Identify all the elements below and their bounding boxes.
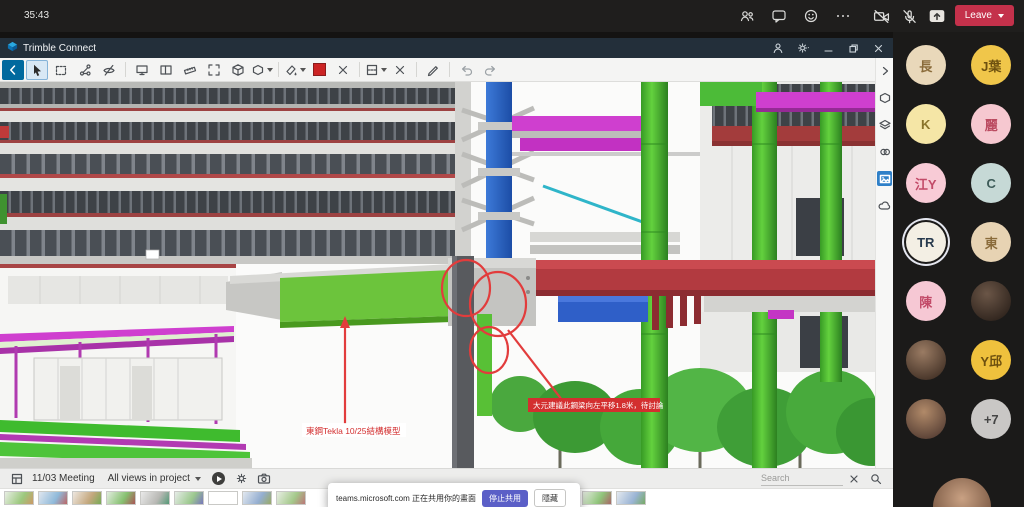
- participant-avatar-photo[interactable]: [971, 281, 1011, 321]
- account-icon[interactable]: [770, 41, 786, 55]
- 3d-viewport[interactable]: 大元建議此鋼梁向左平移1.8米，待討論 東鋼Tekla 10/25結構模型: [0, 82, 875, 468]
- annotation-suggestion-label: 大元建議此鋼梁向左平移1.8米，待討論: [528, 398, 664, 412]
- views-filter-value: All views in project: [108, 473, 190, 484]
- clash-panel-icon[interactable]: [877, 144, 892, 159]
- participant-avatar[interactable]: J葉: [971, 45, 1011, 85]
- search-input[interactable]: [761, 472, 843, 486]
- annotation-model-label: 東鋼Tekla 10/25結構模型: [302, 423, 406, 437]
- self-video-avatar[interactable]: [933, 478, 991, 507]
- clear-search-icon[interactable]: [846, 471, 862, 487]
- restore-window-icon[interactable]: [845, 41, 861, 55]
- camera-off-icon[interactable]: [872, 7, 890, 25]
- participants-icon[interactable]: [738, 7, 756, 25]
- sync-cloud-icon[interactable]: [877, 198, 892, 213]
- hide-banner-button[interactable]: 隱藏: [534, 489, 566, 507]
- mic-off-icon[interactable]: [900, 7, 918, 25]
- viewport-container: 大元建議此鋼梁向左平移1.8米，待討論 東鋼Tekla 10/25結構模型: [0, 82, 875, 468]
- trimble-titlebar: Trimble Connect: [0, 38, 893, 58]
- view-thumbnail[interactable]: [276, 491, 306, 505]
- view-thumbnail[interactable]: [174, 491, 204, 505]
- participant-avatar[interactable]: C: [971, 163, 1011, 203]
- clear-color-button[interactable]: [332, 60, 354, 80]
- participants-panel: 長 J葉 K 麗 江Y C TR 東 陳 Y邱 +7: [893, 32, 1024, 507]
- participant-avatar[interactable]: 麗: [971, 104, 1011, 144]
- leave-button-label: Leave: [965, 10, 992, 21]
- window-title: Trimble Connect: [23, 43, 96, 54]
- play-views-button[interactable]: [212, 472, 225, 485]
- clear-section-button[interactable]: [389, 60, 411, 80]
- view-thumbnail[interactable]: [72, 491, 102, 505]
- view-thumbnail[interactable]: [208, 491, 238, 505]
- select-tool[interactable]: [26, 60, 48, 80]
- close-window-icon[interactable]: [870, 41, 886, 55]
- section-plane-tool[interactable]: [365, 60, 387, 80]
- trimble-logo: [7, 39, 18, 57]
- view-thumbnail[interactable]: [106, 491, 136, 505]
- participant-avatar[interactable]: 陳: [906, 281, 946, 321]
- view-cube-tool[interactable]: [227, 60, 249, 80]
- teams-meeting-bar: 35:43 Leave: [0, 0, 1024, 32]
- zoom-fit-tool[interactable]: [203, 60, 225, 80]
- participant-avatar[interactable]: 江Y: [906, 163, 946, 203]
- leave-options-chevron-icon[interactable]: [998, 14, 1004, 18]
- undo-button[interactable]: [455, 60, 477, 80]
- view-thumbnail[interactable]: [242, 491, 272, 505]
- view-thumbnail[interactable]: [4, 491, 34, 505]
- participant-avatar[interactable]: Y邱: [971, 340, 1011, 380]
- participant-avatar[interactable]: K: [906, 104, 946, 144]
- view-settings-gear-icon[interactable]: [234, 471, 250, 487]
- active-color-swatch[interactable]: [308, 60, 330, 80]
- projection-tool[interactable]: [251, 60, 273, 80]
- stop-sharing-button[interactable]: 停止共用: [482, 490, 528, 507]
- viewer-toolbar: [0, 58, 893, 82]
- redo-button[interactable]: [479, 60, 501, 80]
- reactions-icon[interactable]: [802, 7, 820, 25]
- snapshot-panel-icon[interactable]: [877, 171, 892, 186]
- meeting-view-label[interactable]: 11/03 Meeting: [32, 473, 95, 484]
- participant-overflow-badge[interactable]: +7: [971, 399, 1011, 439]
- canopy-and-plaza: [0, 264, 252, 468]
- screen-share-active-icon[interactable]: [928, 7, 946, 25]
- split-panel-tool[interactable]: [155, 60, 177, 80]
- svg-text:東鋼Tekla 10/25結構模型: 東鋼Tekla 10/25結構模型: [306, 426, 401, 436]
- side-panel-bar: [875, 58, 893, 488]
- participant-avatar-photo[interactable]: [906, 399, 946, 439]
- marquee-select-tool[interactable]: [50, 60, 72, 80]
- building-facade-left: [0, 82, 455, 264]
- search-icon[interactable]: [868, 471, 884, 487]
- present-screen-tool[interactable]: [131, 60, 153, 80]
- svg-text:大元建議此鋼梁向左平移1.8米，待討論: 大元建議此鋼梁向左平移1.8米，待討論: [533, 400, 664, 410]
- views-panel-icon[interactable]: [9, 471, 25, 487]
- expand-panel-chevron-icon[interactable]: [877, 63, 892, 78]
- participant-avatar[interactable]: 長: [906, 45, 946, 85]
- hide-object-tool[interactable]: [98, 60, 120, 80]
- view-thumbnail[interactable]: [140, 491, 170, 505]
- snapshot-camera-icon[interactable]: [256, 471, 272, 487]
- trimble-connect-window: Trimble Connect: [0, 38, 893, 507]
- participant-avatar-photo[interactable]: [906, 340, 946, 380]
- participant-avatar-active[interactable]: TR: [906, 222, 946, 262]
- paint-color-tool[interactable]: [284, 60, 306, 80]
- participant-avatar[interactable]: 東: [971, 222, 1011, 262]
- building-right: [700, 82, 875, 372]
- chat-icon[interactable]: [770, 7, 788, 25]
- view-thumbnail[interactable]: [616, 491, 646, 505]
- minimize-window-icon[interactable]: [820, 41, 836, 55]
- settings-gear-icon[interactable]: [795, 41, 811, 55]
- screen-share-banner: teams.microsoft.com 正在共用你的畫面 停止共用 隱藏: [328, 483, 580, 507]
- connected-select-tool[interactable]: [74, 60, 96, 80]
- views-filter-dropdown[interactable]: All views in project: [103, 472, 206, 485]
- meeting-timer: 35:43: [24, 10, 49, 21]
- view-thumbnail[interactable]: [38, 491, 68, 505]
- models-panel-icon[interactable]: [877, 90, 892, 105]
- view-thumbnail[interactable]: [582, 491, 612, 505]
- layers-panel-icon[interactable]: [877, 117, 892, 132]
- more-options-icon[interactable]: [834, 7, 852, 25]
- chevron-down-icon: [195, 477, 201, 481]
- leave-button[interactable]: Leave: [955, 5, 1014, 26]
- markup-tool[interactable]: [422, 60, 444, 80]
- back-button[interactable]: [2, 60, 24, 80]
- share-message: teams.microsoft.com 正在共用你的畫面: [336, 493, 476, 504]
- measure-tool[interactable]: [179, 60, 201, 80]
